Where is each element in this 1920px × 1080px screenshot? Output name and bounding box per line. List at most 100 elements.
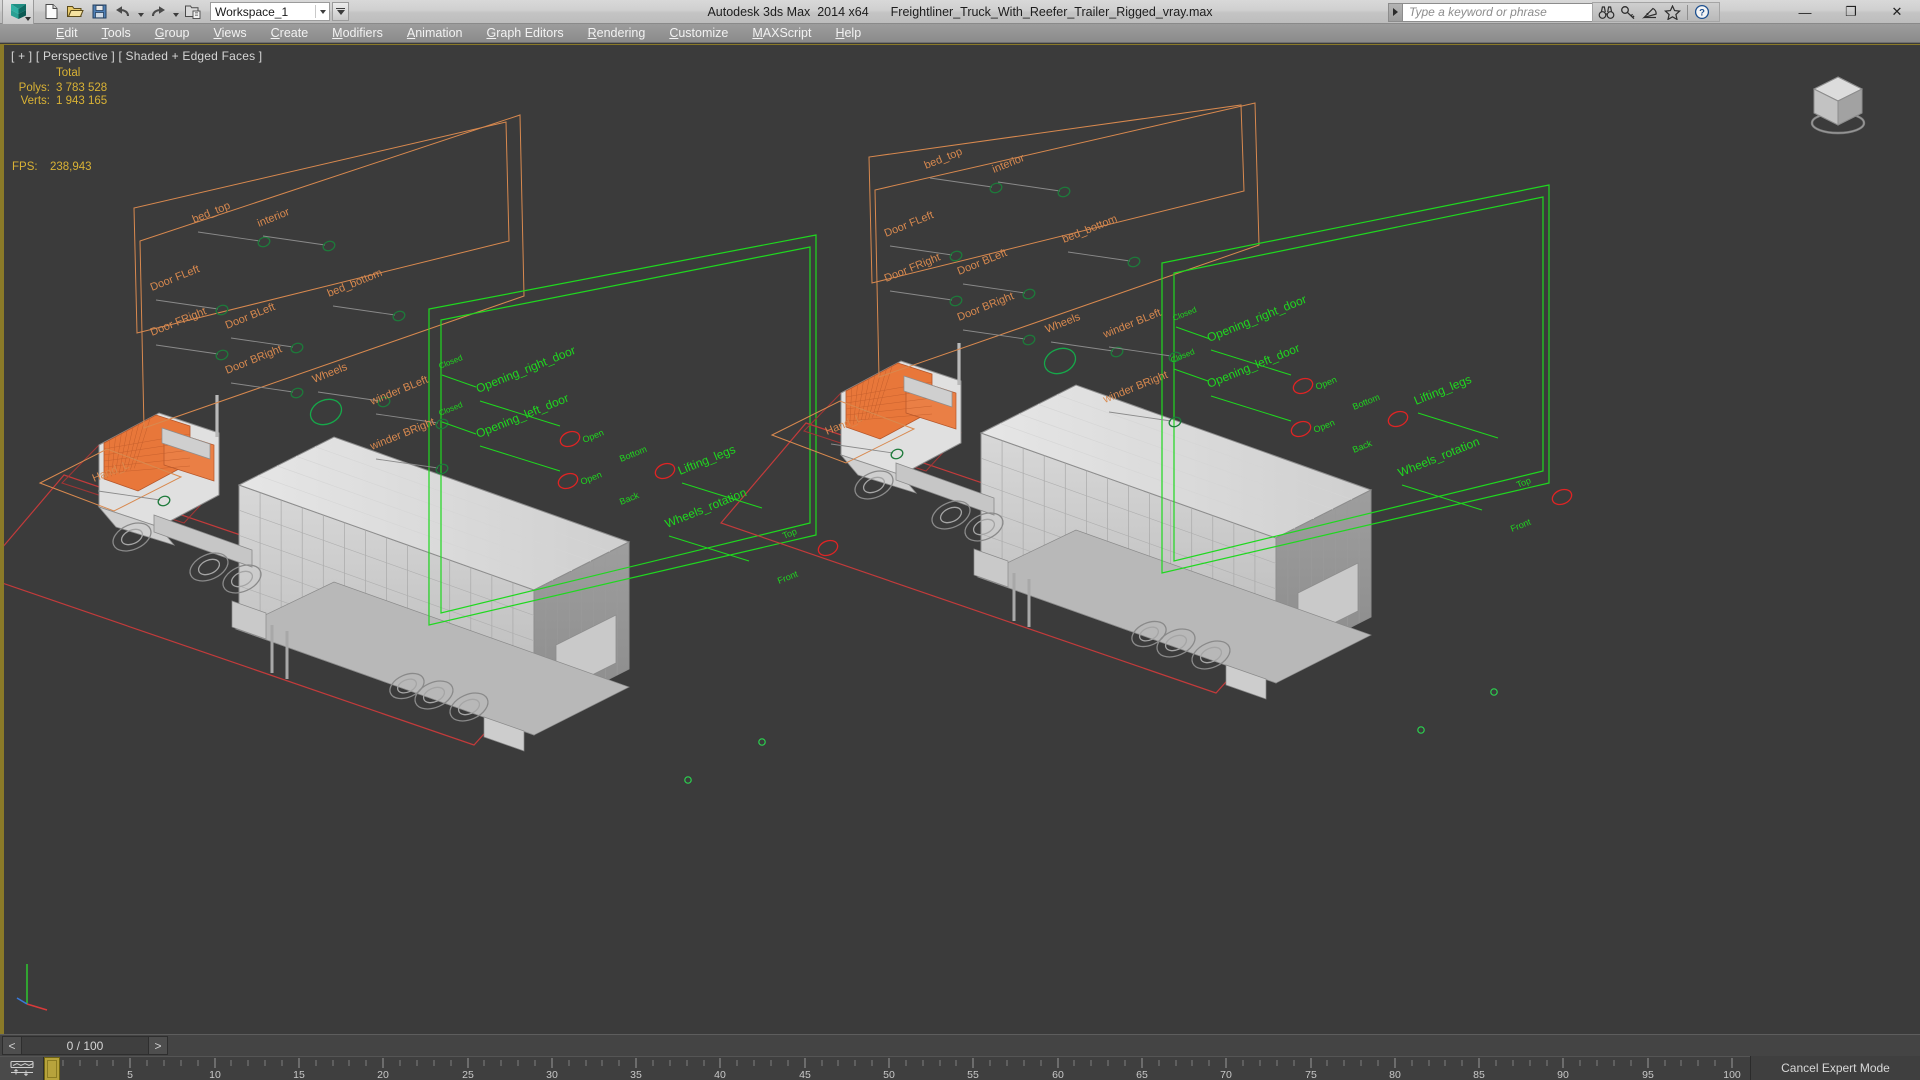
ruler-tick-label: 15	[293, 1069, 305, 1080]
ruler-tick-label: 65	[1136, 1069, 1148, 1080]
workspace-selector[interactable]: Workspace_1	[210, 2, 330, 21]
redo-dropdown-caret-icon[interactable]	[171, 2, 180, 22]
set-key-filters-icon[interactable]	[0, 1057, 44, 1080]
perspective-viewport[interactable]: [ + ] [ Perspective ] [ Shaded + Edged F…	[0, 44, 1920, 1034]
time-slider-handle[interactable]	[44, 1057, 60, 1080]
rig-label-orange: winder BRight	[368, 416, 437, 453]
maximize-button[interactable]: ❐	[1828, 0, 1874, 24]
menu-item-create[interactable]: Create	[259, 24, 321, 42]
workspace-menu-button[interactable]	[332, 2, 349, 21]
rig-leader-line	[197, 231, 261, 242]
rig-marker-circle	[290, 342, 304, 354]
rig-leader-line	[889, 245, 953, 256]
rig-marker-circle	[949, 295, 963, 307]
ruler-tick-label: 60	[1052, 1069, 1064, 1080]
menu-item-rendering[interactable]: Rendering	[576, 24, 658, 42]
redo-icon[interactable]	[147, 2, 169, 22]
favorites-star-icon[interactable]	[1663, 3, 1682, 21]
timeline-ruler[interactable]: 0510152025303540455055606570758085909510…	[44, 1057, 1750, 1080]
next-frame-button[interactable]: >	[148, 1036, 168, 1055]
rig-marker-circle-red	[559, 430, 581, 448]
selected-object-marker	[1417, 726, 1425, 734]
workspace-value: Workspace_1	[215, 4, 289, 19]
previous-frame-button[interactable]: <	[2, 1036, 22, 1055]
minimize-button[interactable]: —	[1782, 0, 1828, 24]
rig-leader-line	[155, 344, 219, 355]
menu-item-animation[interactable]: Animation	[395, 24, 475, 42]
rig-label-orange: Door BRight	[224, 343, 284, 377]
rig-label-green: Lifting_legs	[1412, 372, 1474, 408]
rig-label-green: Back	[1351, 438, 1374, 455]
help-question-icon[interactable]: ?	[1693, 3, 1712, 21]
menu-item-help[interactable]: Help	[823, 24, 873, 42]
close-button[interactable]: ✕	[1874, 0, 1920, 24]
rig-label-green: Lifting_legs	[676, 442, 738, 478]
search-input[interactable]: Type a keyword or phrase	[1403, 2, 1598, 22]
undo-icon[interactable]	[112, 2, 134, 22]
rig-marker-circle-red	[1290, 420, 1312, 438]
menu-bar-line-icon	[336, 8, 345, 9]
rig-marker-circle	[257, 236, 271, 248]
menu-item-customize[interactable]: Customize	[657, 24, 740, 42]
rig-label-orange: Door FLeft	[149, 263, 202, 294]
ruler-tick-label: 30	[546, 1069, 558, 1080]
menu-item-graph-editors[interactable]: Graph Editors	[474, 24, 575, 42]
set-project-folder-icon[interactable]	[182, 2, 204, 22]
rig-label-green: Top	[781, 526, 798, 541]
new-file-icon[interactable]	[40, 2, 62, 22]
ruler-tick-label: 55	[967, 1069, 979, 1080]
menu-item-edit[interactable]: Edit	[44, 24, 90, 42]
rig-label-green: Front	[1509, 517, 1533, 534]
ruler-tick-label: 70	[1220, 1069, 1232, 1080]
view-cube[interactable]	[1794, 61, 1882, 141]
cancel-expert-mode-button[interactable]: Cancel Expert Mode	[1750, 1056, 1920, 1080]
menu-item-views[interactable]: Views	[202, 24, 259, 42]
menu-item-group[interactable]: Group	[143, 24, 202, 42]
search-container: Type a keyword or phrase	[1388, 2, 1598, 22]
rig-leader-line	[230, 382, 294, 393]
app-version: 2014 x64	[817, 4, 869, 19]
save-file-icon[interactable]	[88, 2, 110, 22]
rig-marker-circle	[1127, 256, 1141, 268]
menu-item-modifiers[interactable]: Modifiers	[320, 24, 395, 42]
key-icon[interactable]	[1619, 3, 1638, 21]
rig-marker-circle	[1022, 334, 1036, 346]
rig-leader-line-green	[1210, 395, 1292, 422]
rig-leader-line-green	[1417, 412, 1499, 439]
rig-label-green: Front	[776, 569, 800, 586]
rig-leader-line	[262, 235, 326, 246]
ruler-tick-label: 5	[127, 1069, 133, 1080]
title-bar: Workspace_1 Autodesk 3ds Max 2014 x64 Fre…	[0, 0, 1920, 24]
3dsmax-logo-icon	[10, 3, 27, 20]
selected-object-marker	[1490, 688, 1498, 696]
rig-leader-line	[1067, 251, 1131, 262]
rig-label-orange: Door FLeft	[883, 209, 936, 240]
current-frame-field[interactable]: 0 / 100	[22, 1036, 148, 1055]
track-bar[interactable]: 0510152025303540455055606570758085909510…	[0, 1056, 1920, 1080]
rig-marker-circle-red	[654, 462, 676, 480]
rig-leader-line-green	[441, 421, 477, 435]
workspace-divider	[315, 5, 316, 18]
search-dropdown-arrow-icon[interactable]	[1388, 2, 1403, 22]
search-binoculars-icon[interactable]	[1597, 3, 1616, 21]
menu-item-maxscript[interactable]: MAXScript	[740, 24, 823, 42]
rig-marker-circle-red	[1387, 410, 1409, 428]
rig-leader-line-green	[479, 445, 561, 472]
ruler-tick-label: 10	[209, 1069, 221, 1080]
satellite-dish-icon[interactable]	[1641, 3, 1660, 21]
undo-dropdown-caret-icon[interactable]	[136, 2, 145, 22]
application-menu-caret-icon	[25, 16, 31, 21]
rig-marker-circle-red	[1292, 377, 1314, 395]
rig-label-orange: interior	[991, 152, 1027, 176]
open-file-icon[interactable]	[64, 2, 86, 22]
rig-label-green: Back	[618, 490, 641, 507]
application-menu-button[interactable]	[2, 0, 34, 24]
toolbar-divider	[1687, 4, 1688, 20]
wheels-rotation-ring-right	[1043, 347, 1077, 375]
menu-item-tools[interactable]: Tools	[90, 24, 143, 42]
rig-label-orange: interior	[256, 206, 292, 230]
rig-label-orange: Wheels	[311, 361, 350, 386]
world-axis-tripod	[14, 958, 58, 1012]
rig-label-orange: Door BLeft	[956, 247, 1009, 278]
rig-marker-circle-red	[557, 472, 579, 490]
